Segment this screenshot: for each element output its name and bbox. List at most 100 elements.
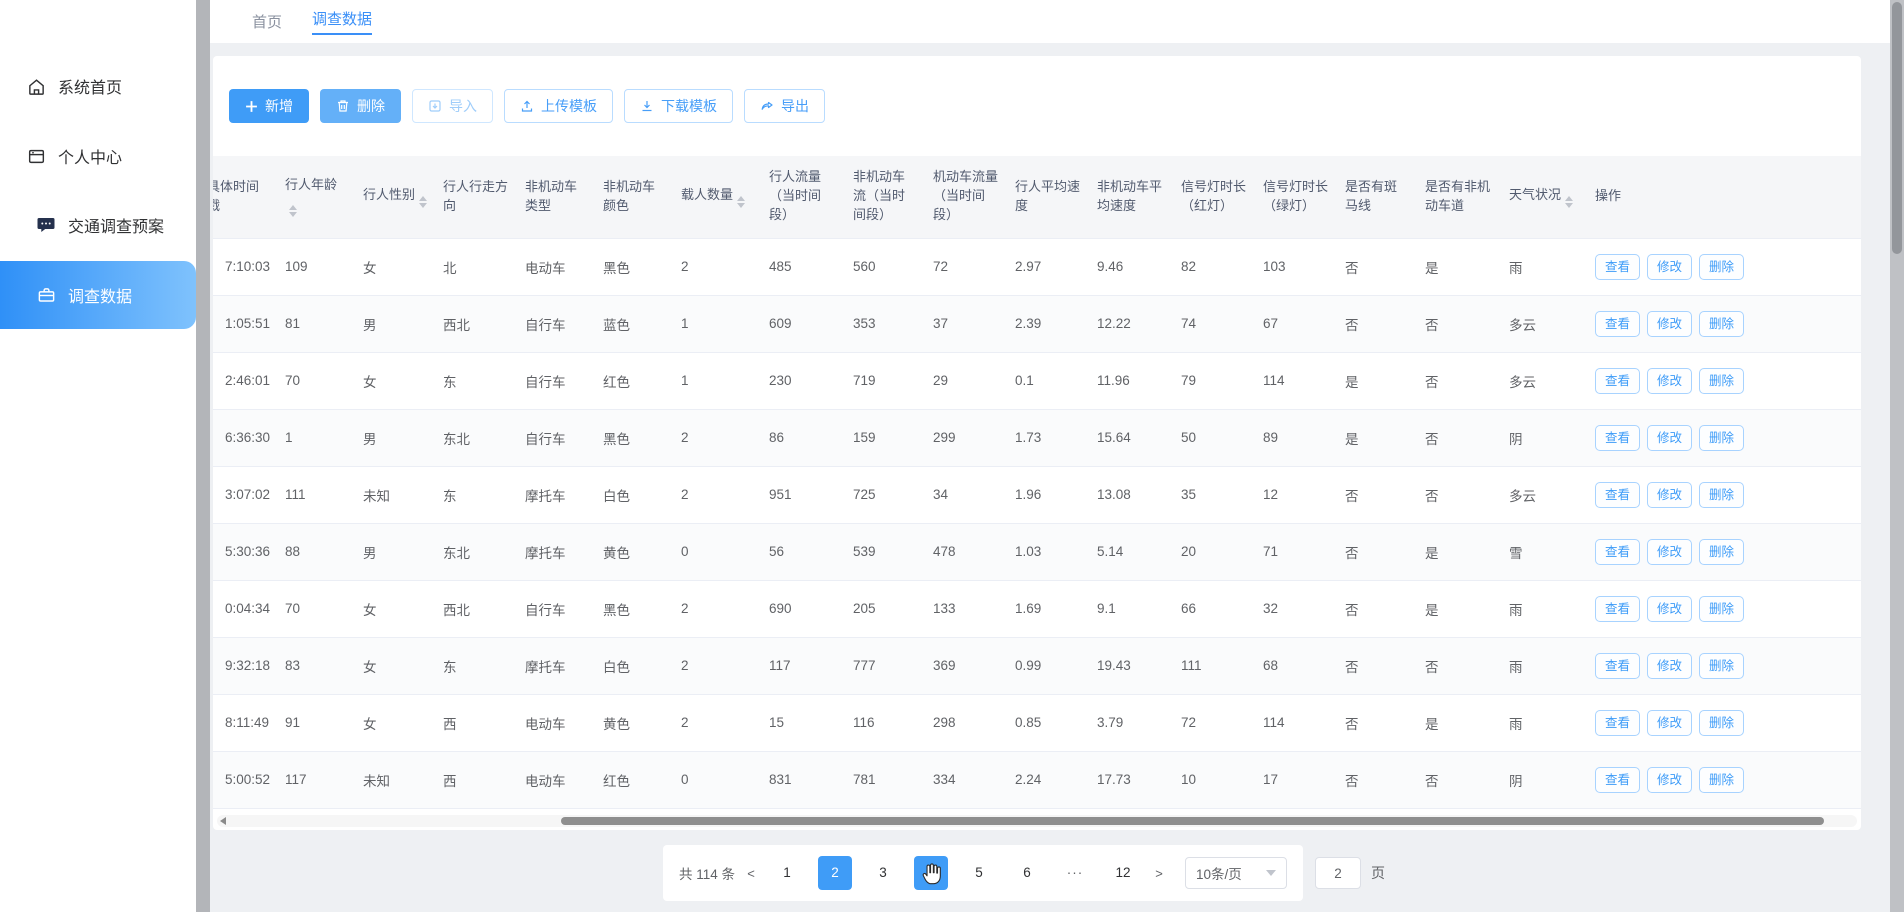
sidebar-item-1[interactable]: 系统首页: [0, 64, 196, 108]
row-查看-button[interactable]: 查看: [1595, 254, 1640, 280]
row-查看-button[interactable]: 查看: [1595, 482, 1640, 508]
window-scrollbar-thumb[interactable]: [1892, 2, 1902, 254]
column-header-2[interactable]: 行人年龄: [277, 156, 355, 238]
table-cell: 13.08: [1089, 466, 1173, 523]
sidebar: 系统首页个人中心交通调查预案调查数据: [0, 0, 196, 912]
row-修改-button[interactable]: 修改: [1647, 254, 1692, 280]
table-cell: 否: [1337, 295, 1417, 352]
table-row: 2:46:0170女东自行车红色1230719290.111.9679114是否…: [213, 352, 1861, 409]
column-header-7[interactable]: 载人数量: [673, 156, 761, 238]
table-cell: 37: [925, 295, 1007, 352]
page-button-5[interactable]: 5: [962, 856, 996, 890]
column-header-11: 行人平均速度: [1007, 156, 1089, 238]
sidebar-item-3[interactable]: 交通调查预案: [0, 203, 196, 247]
next-page-button[interactable]: >: [1147, 866, 1171, 881]
row-删除-button[interactable]: 删除: [1699, 596, 1744, 622]
breadcrumb-item-2[interactable]: 调查数据: [312, 8, 372, 35]
table-cell: 西: [435, 694, 517, 751]
page-size-select[interactable]: 10条/页: [1185, 857, 1287, 889]
row-查看-button[interactable]: 查看: [1595, 767, 1640, 793]
scroll-left-arrow-icon[interactable]: [220, 817, 226, 825]
column-header-3[interactable]: 行人性别: [355, 156, 435, 238]
table-cell: 雨: [1501, 637, 1587, 694]
row-删除-button[interactable]: 删除: [1699, 539, 1744, 565]
table-cell: 82: [1173, 238, 1255, 295]
row-删除-button[interactable]: 删除: [1699, 767, 1744, 793]
row-修改-button[interactable]: 修改: [1647, 368, 1692, 394]
column-header-10: 机动车流量（当时间段）: [925, 156, 1007, 238]
table-cell: 自行车: [517, 580, 595, 637]
导入-button[interactable]: 导入: [412, 89, 493, 123]
sidebar-item-2[interactable]: 个人中心: [0, 134, 196, 178]
row-删除-button[interactable]: 删除: [1699, 653, 1744, 679]
table-cell: 111: [277, 466, 355, 523]
horizontal-scrollbar-thumb[interactable]: [561, 817, 1824, 825]
chevron-down-icon: [1266, 870, 1276, 876]
jump-page-input[interactable]: [1315, 857, 1361, 889]
row-查看-button[interactable]: 查看: [1595, 653, 1640, 679]
table-cell: 2.39: [1007, 295, 1089, 352]
page-button-1[interactable]: 1: [770, 856, 804, 890]
page-button-2[interactable]: 2: [818, 856, 852, 890]
row-修改-button[interactable]: 修改: [1647, 539, 1692, 565]
row-查看-button[interactable]: 查看: [1595, 596, 1640, 622]
row-修改-button[interactable]: 修改: [1647, 596, 1692, 622]
新增-button[interactable]: 新增: [229, 89, 309, 123]
page-button-3[interactable]: 3: [866, 856, 900, 890]
row-查看-button[interactable]: 查看: [1595, 368, 1640, 394]
row-查看-button[interactable]: 查看: [1595, 311, 1640, 337]
row-查看-button[interactable]: 查看: [1595, 710, 1640, 736]
page-button-12[interactable]: 12: [1106, 856, 1140, 890]
sidebar-item-label: 个人中心: [58, 144, 122, 168]
row-删除-button[interactable]: 删除: [1699, 425, 1744, 451]
column-header-1: 具体时间戳: [213, 156, 277, 238]
column-label: 行人流量（当时间段）: [769, 169, 821, 222]
table-cell: 609: [761, 295, 845, 352]
下载模板-button[interactable]: 下载模板: [624, 89, 733, 123]
table-cell: 否: [1417, 751, 1501, 808]
table-cell: 485: [761, 238, 845, 295]
breadcrumb-item-1[interactable]: 首页: [252, 11, 282, 32]
row-删除-button[interactable]: 删除: [1699, 311, 1744, 337]
data-table: 具体时间戳行人年龄行人性别行人行走方向非机动车类型非机动车颜色载人数量行人流量（…: [213, 156, 1861, 809]
row-删除-button[interactable]: 删除: [1699, 254, 1744, 280]
table-cell: 否: [1417, 466, 1501, 523]
row-删除-button[interactable]: 删除: [1699, 710, 1744, 736]
row-修改-button[interactable]: 修改: [1647, 710, 1692, 736]
actions-cell: 查看修改删除: [1587, 409, 1861, 466]
table-cell: 黑色: [595, 409, 673, 466]
table-cell: 1.03: [1007, 523, 1089, 580]
actions-cell: 查看修改删除: [1587, 751, 1861, 808]
row-修改-button[interactable]: 修改: [1647, 767, 1692, 793]
row-修改-button[interactable]: 修改: [1647, 482, 1692, 508]
column-header-17[interactable]: 天气状况: [1501, 156, 1587, 238]
table-cell: 红色: [595, 751, 673, 808]
row-删除-button[interactable]: 删除: [1699, 482, 1744, 508]
column-label: 操作: [1595, 188, 1621, 203]
row-删除-button[interactable]: 删除: [1699, 368, 1744, 394]
删除-button[interactable]: 删除: [320, 89, 401, 123]
row-查看-button[interactable]: 查看: [1595, 425, 1640, 451]
page-more-button[interactable]: ···: [1058, 856, 1092, 890]
row-查看-button[interactable]: 查看: [1595, 539, 1640, 565]
sidebar-scrollbar[interactable]: [196, 0, 210, 912]
上传模板-button[interactable]: 上传模板: [504, 89, 613, 123]
page-button-4[interactable]: 4: [914, 856, 948, 890]
prev-page-button[interactable]: <: [739, 866, 763, 881]
table-cell: 2: [673, 238, 761, 295]
page-button-6[interactable]: 6: [1010, 856, 1044, 890]
sort-caret-icon: [419, 196, 427, 208]
table-cell: 电动车: [517, 238, 595, 295]
row-修改-button[interactable]: 修改: [1647, 653, 1692, 679]
sidebar-item-4[interactable]: 调查数据: [0, 261, 196, 329]
table-cell: 自行车: [517, 409, 595, 466]
table-cell: 159: [845, 409, 925, 466]
table-cell: 雪: [1501, 523, 1587, 580]
table-cell: 539: [845, 523, 925, 580]
row-修改-button[interactable]: 修改: [1647, 425, 1692, 451]
table-cell: 91: [277, 694, 355, 751]
row-修改-button[interactable]: 修改: [1647, 311, 1692, 337]
table-cell: 111: [1173, 637, 1255, 694]
导出-button[interactable]: 导出: [744, 89, 825, 123]
table-cell: 多云: [1501, 295, 1587, 352]
